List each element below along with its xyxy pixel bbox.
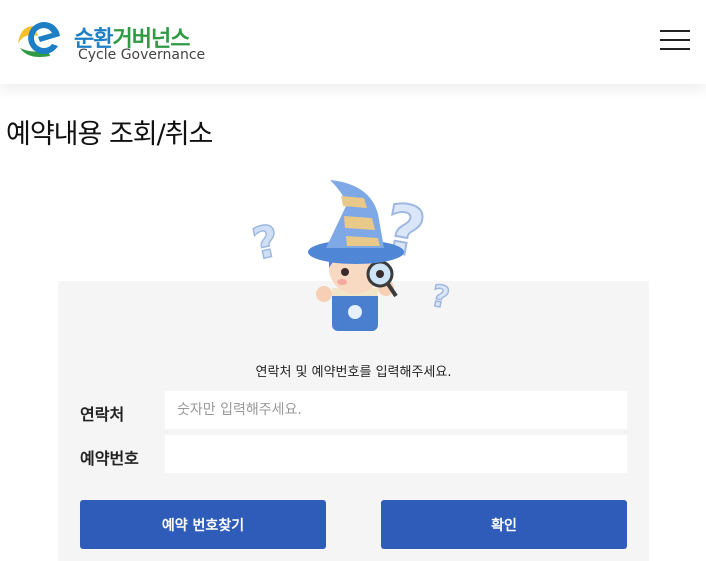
confirm-button[interactable]: 확인 [381,500,627,549]
contact-label: 연락처 [80,405,125,424]
wizard-mascot-illustration: ? ? ? [246,176,476,331]
page-title: 예약내용 조회/취소 [6,119,213,150]
hamburger-menu-icon[interactable] [660,28,690,52]
logo-english-text: Cycle Governance [78,47,206,63]
site-header: 순환거버넌스 Cycle Governance [0,0,706,84]
find-reservation-number-button[interactable]: 예약 번호찾기 [80,500,326,549]
svg-text:?: ? [428,278,452,316]
logo[interactable]: 순환거버넌스 Cycle Governance [14,14,214,72]
reservation-number-input[interactable] [165,435,627,473]
form-instruction: 연락처 및 예약번호를 입력해주세요. [255,365,452,380]
logo-e-icon [18,21,60,57]
contact-input[interactable] [165,391,627,429]
reservation-number-label: 예약번호 [80,449,139,468]
svg-text:?: ? [248,215,284,270]
